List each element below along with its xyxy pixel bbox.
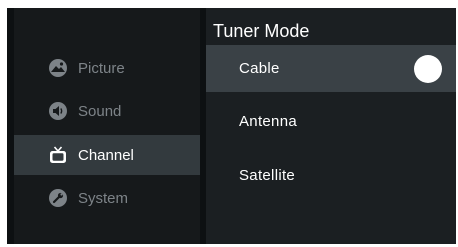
menu-item-picture[interactable]: Picture <box>14 48 200 88</box>
tuner-option-antenna[interactable]: Antenna <box>206 98 456 145</box>
tuner-option-cable[interactable]: Cable <box>206 45 456 92</box>
system-icon <box>48 188 68 208</box>
option-label: Cable <box>239 60 280 77</box>
menu-item-label: Channel <box>78 146 134 164</box>
menu-item-label: Sound <box>78 102 122 120</box>
menu-item-channel[interactable]: Channel <box>14 135 200 175</box>
panel-title: Tuner Mode <box>213 21 310 41</box>
tuner-option-satellite[interactable]: Satellite <box>206 152 456 199</box>
menu-item-label: System <box>78 189 129 207</box>
settings-menu: Picture Sound Channel System <box>14 8 200 244</box>
option-label: Satellite <box>239 167 296 184</box>
selected-radio-indicator <box>414 54 442 83</box>
tv-settings-screen: Picture Sound Channel System Tuner Mode … <box>7 8 456 244</box>
channel-icon <box>48 145 68 165</box>
menu-item-sound[interactable]: Sound <box>14 91 200 131</box>
menu-item-system[interactable]: System <box>14 178 200 218</box>
sound-icon <box>48 101 68 121</box>
menu-item-label: Picture <box>78 59 125 77</box>
tuner-mode-panel: Tuner Mode Cable Antenna Satellite <box>206 8 456 244</box>
option-label: Antenna <box>239 113 297 130</box>
picture-icon <box>48 58 68 78</box>
